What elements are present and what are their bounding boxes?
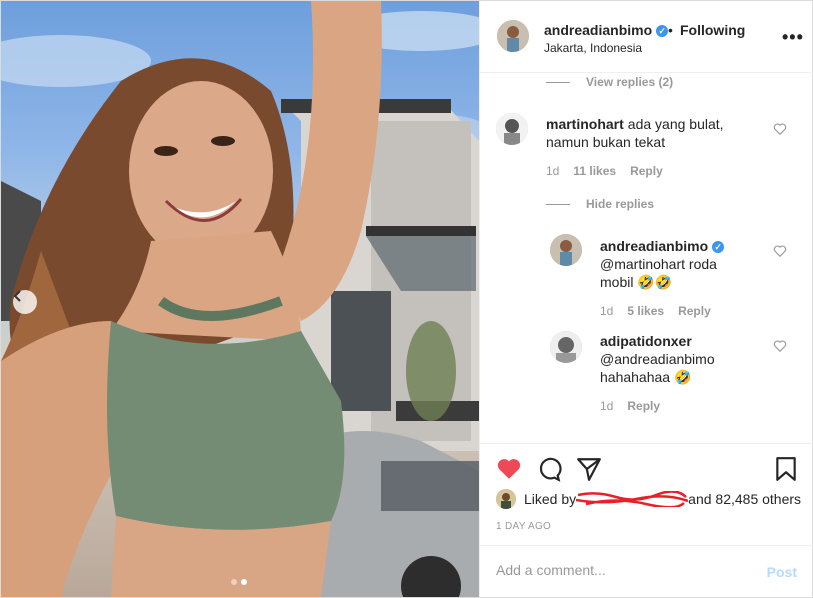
comment-text: martinohart ada yang bulat, namun bukan t… — [546, 116, 724, 150]
view-replies-toggle[interactable]: View replies (2) — [546, 75, 673, 89]
likes-summary: Liked by and 82,485 others — [496, 489, 801, 509]
post-actions — [480, 443, 813, 491]
post-header: andreadianbimo ✓ • Following Jakarta, Ind… — [480, 1, 813, 73]
reply-reply-button[interactable]: Reply — [627, 399, 660, 413]
reply-meta: 1d Reply — [600, 399, 674, 413]
reply-username[interactable]: adipatidonxer — [600, 333, 692, 349]
author-username[interactable]: andreadianbimo ✓ — [544, 22, 669, 38]
chevron-left-icon — [13, 290, 21, 302]
comment-likes-link[interactable]: 11 likes — [573, 164, 616, 178]
verified-badge-icon: ✓ — [712, 241, 725, 253]
location-link[interactable]: Jakarta, Indonesia — [544, 41, 642, 55]
comment-age: 1d — [546, 164, 560, 178]
reply-likes-link[interactable]: 5 likes — [627, 304, 664, 318]
reply-author-avatar[interactable] — [550, 234, 582, 266]
divider-line — [546, 82, 570, 84]
bookmark-icon[interactable] — [773, 456, 799, 482]
commenter-avatar[interactable] — [496, 113, 528, 145]
liked-by-text: Liked by — [524, 491, 577, 507]
reply-like-heart-icon[interactable] — [773, 244, 787, 258]
header-separator: • — [668, 22, 673, 38]
likes-count-link[interactable]: and 82,485 others — [688, 491, 801, 507]
post-comment-button[interactable]: Post — [767, 564, 797, 580]
reply-username[interactable]: andreadianbimo ✓ — [600, 238, 725, 254]
verified-badge-icon: ✓ — [656, 25, 669, 37]
divider-line — [546, 204, 570, 206]
reply-text: adipatidonxer @andreadianbimo hahahahaa 🤣 — [600, 333, 715, 385]
heart-filled-icon[interactable] — [496, 456, 522, 482]
commenter-username[interactable]: martinohart — [546, 116, 624, 132]
more-dots-icon[interactable]: ••• — [782, 27, 804, 48]
following-button[interactable]: Following — [680, 22, 745, 38]
share-icon[interactable] — [576, 456, 602, 482]
post-photo[interactable] — [1, 1, 479, 597]
photo-illustration — [1, 1, 479, 597]
post-side-panel: andreadianbimo ✓ • Following Jakarta, Ind… — [479, 1, 813, 597]
comment-reply-button[interactable]: Reply — [630, 164, 663, 178]
carousel-prev-button[interactable] — [13, 290, 37, 314]
comment-icon[interactable] — [536, 456, 562, 482]
reply-text: andreadianbimo ✓ @martinohart roda mobil 🤣… — [600, 237, 750, 291]
reply-age: 1d — [600, 399, 614, 413]
comment-composer: Post — [480, 545, 813, 597]
reply-like-heart-icon[interactable] — [773, 339, 787, 353]
post-timestamp: 1 DAY AGO — [496, 521, 552, 532]
redaction-scribble — [575, 490, 689, 509]
carousel-dot — [231, 579, 237, 585]
author-avatar[interactable] — [497, 20, 529, 52]
reply-author-avatar[interactable] — [550, 331, 582, 363]
carousel-dot-active — [241, 579, 247, 585]
carousel-indicator — [231, 579, 247, 585]
reply-age: 1d — [600, 304, 614, 318]
comment-like-heart-icon[interactable] — [773, 122, 787, 136]
reply-reply-button[interactable]: Reply — [678, 304, 711, 318]
hide-replies-toggle[interactable]: Hide replies — [546, 197, 654, 211]
liker-avatar[interactable] — [496, 489, 516, 509]
comment-meta: 1d 11 likes Reply — [546, 164, 677, 178]
comment-input[interactable] — [496, 562, 756, 578]
reply-meta: 1d 5 likes Reply — [600, 304, 725, 318]
